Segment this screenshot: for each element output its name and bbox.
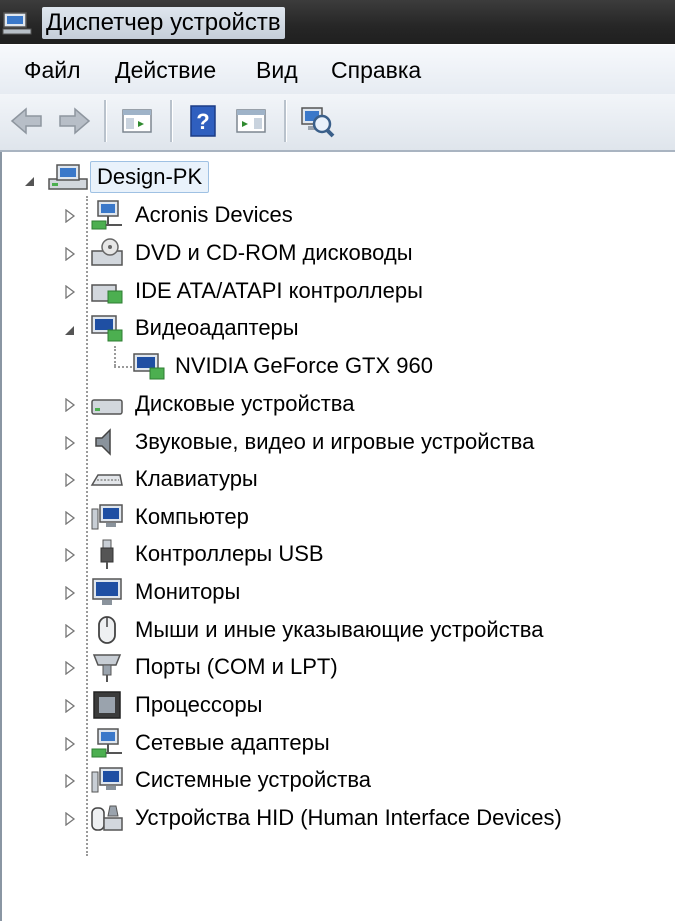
expand-arrow-icon[interactable] [64, 624, 76, 638]
speaker-icon [95, 428, 111, 456]
usb-icon [100, 539, 114, 569]
tree-root-label[interactable]: Design-PK [90, 161, 210, 193]
menu-bar: Файл Действие Вид Справка [0, 44, 675, 95]
expand-arrow-icon[interactable] [64, 436, 76, 450]
expand-arrow-icon[interactable] [64, 548, 76, 562]
tree-item-label[interactable]: Мыши и иные указывающие устройства [135, 615, 543, 645]
tree-item-label[interactable]: Acronis Devices [135, 200, 293, 230]
device-tree: Design-PK Acronis Devices DVD и CD-ROM д… [0, 152, 675, 921]
device-manager-icon [2, 12, 32, 35]
network-adapter-icon [91, 728, 122, 758]
tree-item-label[interactable]: Звуковые, видео и игровые устройства [135, 427, 534, 457]
keyboard-icon [90, 474, 123, 486]
disk-drive-icon [91, 399, 123, 415]
toolbar-separator [170, 100, 173, 142]
expand-arrow-icon[interactable] [64, 398, 76, 412]
tree-child-label[interactable]: NVIDIA GeForce GTX 960 [175, 351, 433, 381]
expand-arrow-icon[interactable] [64, 473, 76, 487]
tree-item-label[interactable]: IDE ATA/ATAPI контроллеры [135, 276, 423, 306]
tree-item-label[interactable]: Порты (COM и LPT) [135, 652, 338, 682]
menu-action[interactable]: Действие [113, 55, 218, 85]
scan-hardware-icon[interactable] [298, 102, 336, 140]
toolbar-separator [104, 100, 107, 142]
title-bar: Диспетчер устройств [0, 0, 675, 44]
tree-item-label[interactable]: Контроллеры USB [135, 539, 324, 569]
back-arrow-icon[interactable] [8, 102, 46, 140]
expand-arrow-icon[interactable] [64, 812, 76, 826]
menu-file[interactable]: Файл [22, 55, 83, 85]
hid-icon [91, 805, 123, 831]
tree-connector [114, 366, 132, 368]
menu-help[interactable]: Справка [329, 55, 423, 85]
ide-controller-icon [91, 284, 123, 304]
tree-item-label[interactable]: Видеоадаптеры [135, 313, 299, 343]
display-adapter-icon [133, 353, 165, 380]
expand-arrow-icon[interactable] [64, 737, 76, 751]
properties-icon[interactable] [232, 102, 270, 140]
tree-item-label[interactable]: Устройства HID (Human Interface Devices) [135, 803, 562, 833]
tree-item-label[interactable]: Системные устройства [135, 765, 371, 795]
expand-arrow-icon[interactable] [64, 247, 76, 261]
processor-icon [93, 691, 121, 719]
port-icon [92, 654, 122, 682]
network-adapter-icon [91, 200, 122, 230]
expand-arrow-icon[interactable] [64, 586, 76, 600]
monitor-icon [92, 578, 122, 605]
tree-item-label[interactable]: Процессоры [135, 690, 262, 720]
optical-drive-icon [91, 238, 123, 266]
menu-view[interactable]: Вид [254, 55, 300, 85]
help-icon[interactable]: ? [184, 102, 222, 140]
tree-item-label[interactable]: Сетевые адаптеры [135, 728, 330, 758]
svg-text:?: ? [196, 109, 209, 134]
window-title: Диспетчер устройств [42, 7, 285, 39]
expand-arrow-icon[interactable] [64, 285, 76, 299]
display-adapter-icon [91, 315, 123, 342]
toolbar: ? [0, 94, 675, 152]
collapse-arrow-icon[interactable] [64, 323, 76, 337]
tree-item-label[interactable]: Клавиатуры [135, 464, 258, 494]
computer-icon [48, 164, 88, 190]
tree-item-label[interactable]: DVD и CD-ROM дисководы [135, 238, 413, 268]
computer-icon [91, 504, 123, 530]
tree-connector [114, 346, 116, 366]
expand-arrow-icon[interactable] [64, 209, 76, 223]
tree-connector [86, 196, 88, 856]
tree-item-label[interactable]: Дисковые устройства [135, 389, 354, 419]
expand-arrow-icon[interactable] [64, 774, 76, 788]
forward-arrow-icon[interactable] [55, 102, 93, 140]
toolbar-separator [284, 100, 287, 142]
tree-item-label[interactable]: Мониторы [135, 577, 240, 607]
expand-arrow-icon[interactable] [64, 661, 76, 675]
mouse-icon [98, 616, 116, 644]
expand-arrow-icon[interactable] [64, 511, 76, 525]
system-devices-icon [91, 767, 123, 793]
expand-arrow-icon[interactable] [64, 699, 76, 713]
show-hide-console-tree-icon[interactable] [118, 102, 156, 140]
tree-item-label[interactable]: Компьютер [135, 502, 249, 532]
collapse-arrow-icon[interactable] [24, 174, 36, 188]
